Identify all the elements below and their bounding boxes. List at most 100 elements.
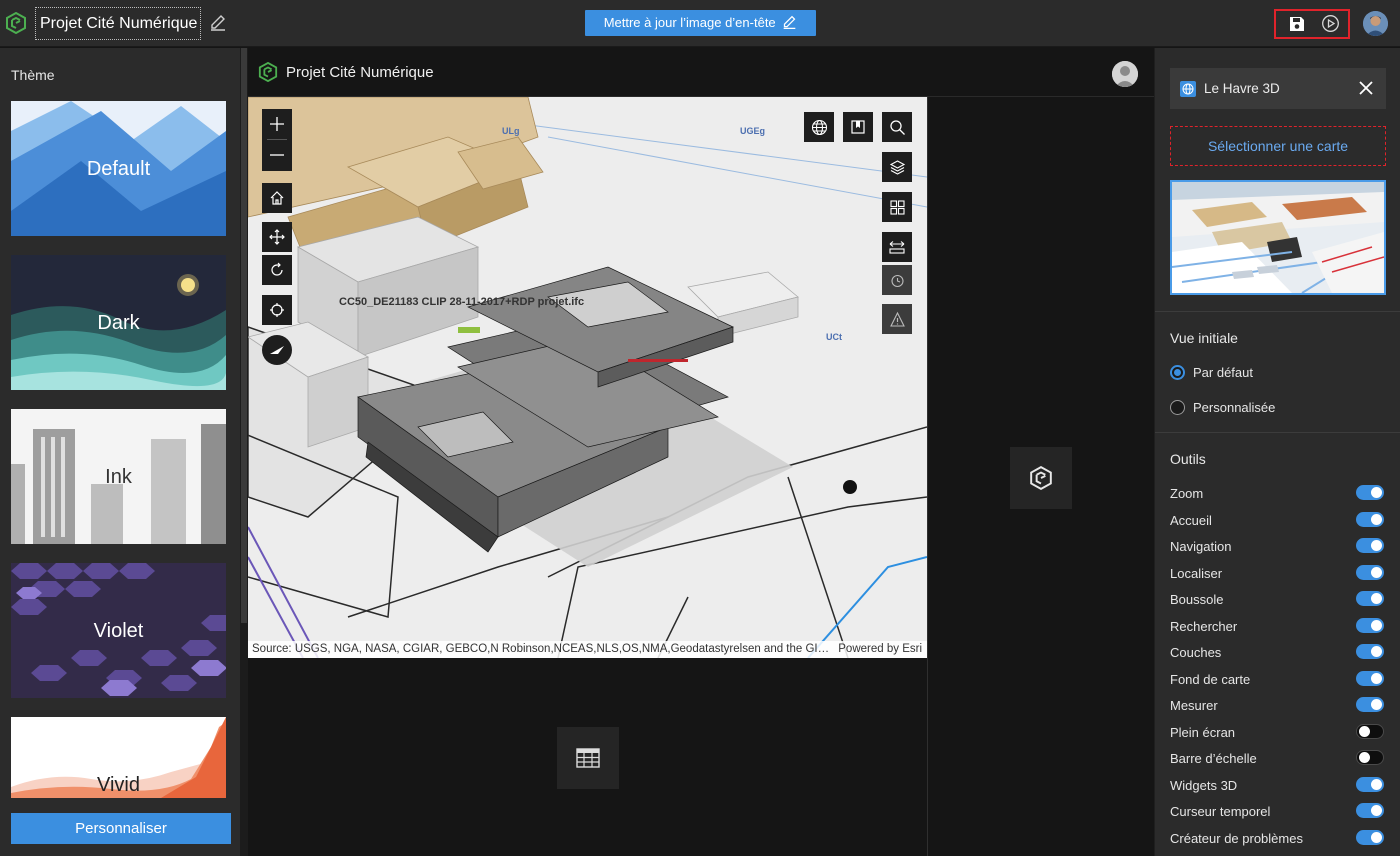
tool-toggle[interactable] bbox=[1356, 485, 1384, 500]
compass-button[interactable] bbox=[262, 335, 292, 365]
logo-icon bbox=[258, 62, 278, 82]
avatar[interactable] bbox=[1363, 11, 1388, 36]
divider bbox=[1155, 432, 1400, 433]
tool-toggle[interactable] bbox=[1356, 777, 1384, 792]
layers-icon bbox=[889, 159, 905, 175]
attribution-text: Source: USGS, NGA, NASA, CGIAR, GEBCO,N … bbox=[252, 643, 830, 655]
globe-icon bbox=[811, 119, 827, 135]
radio-label: Personnalisée bbox=[1193, 400, 1276, 415]
map-thumbnail bbox=[1170, 180, 1386, 295]
theme-card-ink[interactable]: Ink bbox=[11, 409, 226, 544]
tool-toggle[interactable] bbox=[1356, 803, 1384, 818]
zone-label: UGEg bbox=[740, 126, 766, 136]
close-icon[interactable] bbox=[1358, 80, 1374, 96]
map-attribution[interactable]: Source: USGS, NGA, NASA, CGIAR, GEBCO,N … bbox=[248, 641, 927, 658]
theme-card-default[interactable]: Default bbox=[11, 101, 226, 236]
home-button[interactable] bbox=[262, 183, 292, 213]
search-button[interactable] bbox=[882, 112, 912, 142]
powered-by-esri[interactable]: Powered by Esri bbox=[838, 641, 922, 658]
divider bbox=[1155, 311, 1400, 312]
tool-row-locate: Localiser bbox=[1170, 563, 1385, 583]
rotate-button[interactable] bbox=[262, 255, 292, 285]
radio-button[interactable] bbox=[1170, 400, 1185, 415]
tool-toggle[interactable] bbox=[1356, 697, 1384, 712]
theme-card-violet[interactable]: Violet bbox=[11, 563, 226, 698]
tool-toggle[interactable] bbox=[1356, 591, 1384, 606]
theme-label-violet: Violet bbox=[93, 620, 144, 642]
app-title-input[interactable]: Projet Cité Numérique bbox=[35, 7, 201, 40]
play-icon[interactable] bbox=[1321, 14, 1340, 33]
theme-label-ink: Ink bbox=[105, 466, 132, 488]
tool-toggle[interactable] bbox=[1356, 750, 1384, 765]
rotate-icon bbox=[271, 262, 283, 276]
tool-row-layers: Couches bbox=[1170, 642, 1385, 662]
tool-toggle[interactable] bbox=[1356, 565, 1384, 580]
theme-label-default: Default bbox=[86, 158, 151, 180]
tool-toggle[interactable] bbox=[1356, 538, 1384, 553]
tool-label: Couches bbox=[1170, 645, 1222, 660]
tool-toggle[interactable] bbox=[1356, 512, 1384, 527]
theme-card-dark[interactable]: Dark bbox=[11, 255, 226, 390]
slice-button[interactable] bbox=[882, 304, 912, 334]
home-icon bbox=[270, 191, 284, 205]
locate-button[interactable] bbox=[262, 295, 292, 325]
tool-label: Accueil bbox=[1170, 513, 1212, 528]
logo-icon bbox=[6, 12, 26, 34]
tool-label: Plein écran bbox=[1170, 725, 1236, 740]
scrollbar-thumb[interactable] bbox=[241, 48, 247, 623]
update-header-image-button[interactable]: Mettre à jour l’image d’en-tête bbox=[585, 10, 816, 36]
logo-icon bbox=[1030, 466, 1052, 490]
tool-label: Zoom bbox=[1170, 486, 1204, 501]
zoom-out-button[interactable] bbox=[262, 140, 292, 170]
tool-toggle[interactable] bbox=[1356, 618, 1384, 633]
divider bbox=[927, 97, 928, 856]
tool-row-issue-creator: Créateur de problèmes bbox=[1170, 828, 1385, 848]
daylight-button[interactable] bbox=[882, 265, 912, 295]
slice-icon bbox=[889, 311, 905, 327]
tool-toggle[interactable] bbox=[1356, 671, 1384, 686]
tool-label: Créateur de problèmes bbox=[1170, 831, 1303, 846]
tool-label: Widgets 3D bbox=[1170, 778, 1238, 793]
tool-toggle[interactable] bbox=[1356, 830, 1384, 845]
bookmark-icon bbox=[851, 120, 865, 134]
save-icon[interactable] bbox=[1288, 15, 1306, 33]
edit-icon[interactable] bbox=[209, 14, 227, 32]
customize-button[interactable]: Personnaliser bbox=[11, 813, 231, 844]
locate-icon bbox=[270, 303, 284, 317]
tool-row-fullscreen: Plein écran bbox=[1170, 722, 1385, 742]
attribute-table-toggle[interactable] bbox=[557, 727, 619, 789]
theme-heading: Thème bbox=[11, 67, 55, 83]
zoom-out-icon bbox=[270, 154, 284, 156]
basemap-toggle-button[interactable] bbox=[882, 192, 912, 222]
tool-row-compass: Boussole bbox=[1170, 589, 1385, 609]
tool-label: Mesurer bbox=[1170, 698, 1218, 713]
tool-toggle[interactable] bbox=[1356, 644, 1384, 659]
zone-label: UCt bbox=[826, 332, 842, 342]
selected-webscene: Le Havre 3D bbox=[1170, 68, 1386, 109]
scene-info-toggle[interactable] bbox=[1010, 447, 1072, 509]
measure-button[interactable] bbox=[882, 232, 912, 262]
tool-label: Fond de carte bbox=[1170, 672, 1251, 687]
theme-card-vivid[interactable]: Vivid bbox=[11, 717, 226, 798]
basemap-gallery-button[interactable] bbox=[804, 112, 834, 142]
select-map-button[interactable]: Sélectionner une carte bbox=[1170, 126, 1386, 166]
tool-toggle[interactable] bbox=[1356, 724, 1384, 739]
top-bar: Projet Cité Numérique Mettre à jour l’im… bbox=[0, 0, 1400, 47]
tool-label: Boussole bbox=[1170, 592, 1224, 607]
preview-avatar[interactable] bbox=[1112, 61, 1138, 87]
initial-view-heading: Vue initiale bbox=[1170, 330, 1238, 346]
radio-button-selected[interactable] bbox=[1170, 365, 1185, 380]
edit-icon bbox=[783, 15, 796, 29]
zoom-in-button[interactable] bbox=[262, 109, 292, 139]
layer-label: CC50_DE21183 CLIP 28-11-2017+RDP projet.… bbox=[339, 296, 585, 308]
bookmarks-button[interactable] bbox=[843, 112, 873, 142]
app-preview: Projet Cité Numérique CC50_DE21183 CLIP … bbox=[248, 48, 1154, 856]
tool-label: Curseur temporel bbox=[1170, 804, 1271, 819]
scene-view[interactable]: CC50_DE21183 CLIP 28-11-2017+RDP projet.… bbox=[248, 97, 927, 658]
tool-row-time-slider: Curseur temporel bbox=[1170, 801, 1385, 821]
pan-button[interactable] bbox=[262, 222, 292, 252]
tool-row-navigation: Navigation bbox=[1170, 536, 1385, 556]
zoom-in-icon bbox=[270, 117, 284, 131]
layer-list-button[interactable] bbox=[882, 152, 912, 182]
theme-panel-scrollbar[interactable] bbox=[240, 48, 248, 856]
